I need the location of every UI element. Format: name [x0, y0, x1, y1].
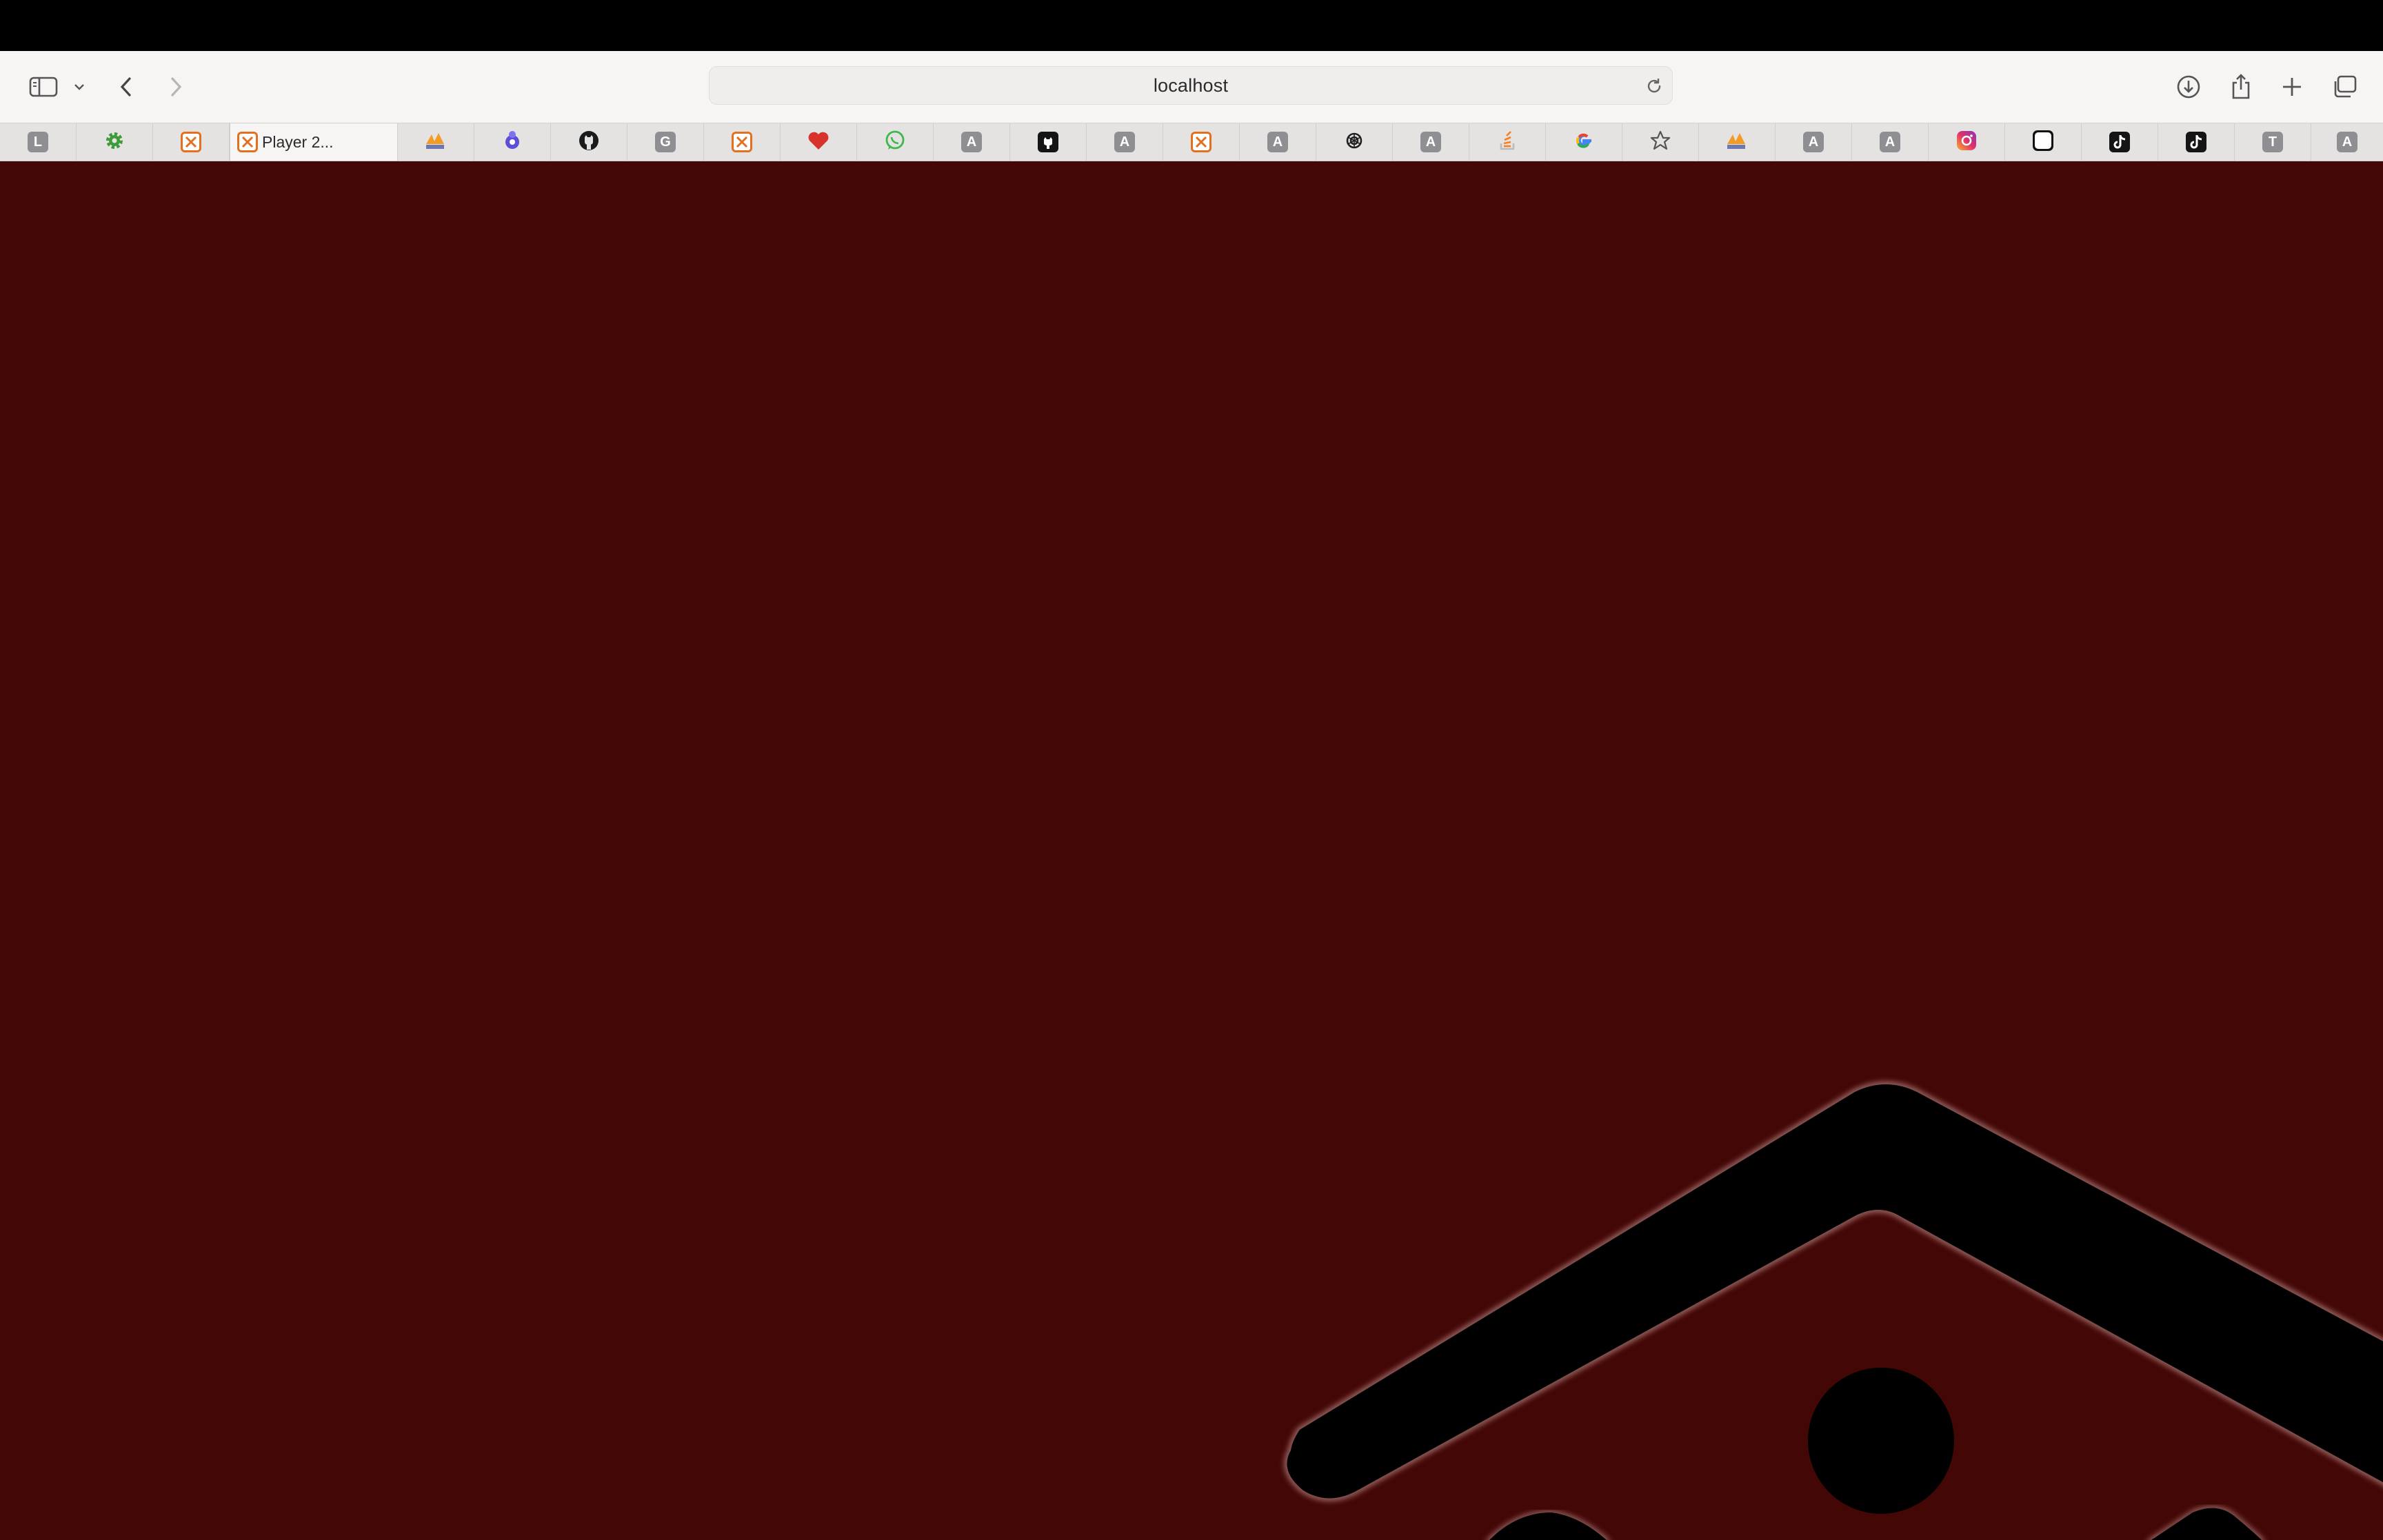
tab-letter-icon: A — [961, 132, 982, 152]
xampp-icon — [732, 132, 752, 152]
tab-16[interactable]: A — [1240, 123, 1316, 161]
new-tab-icon[interactable] — [2277, 66, 2307, 108]
downloads-icon[interactable] — [2173, 66, 2204, 108]
tab-24[interactable]: A — [1852, 123, 1929, 161]
tab-25[interactable] — [1929, 123, 2005, 161]
tab-6[interactable] — [474, 123, 551, 161]
tiktok-icon — [2109, 132, 2130, 152]
tab-30[interactable]: A — [2311, 123, 2383, 161]
xampp-icon — [1191, 132, 1211, 152]
xampp-icon — [237, 132, 258, 152]
tab-7[interactable] — [551, 123, 627, 161]
tab-letter-icon: L — [28, 132, 48, 152]
tab-letter-icon: A — [1267, 132, 1288, 152]
tab-1[interactable]: L — [0, 123, 77, 161]
tab-20[interactable] — [1546, 123, 1622, 161]
reload-icon[interactable] — [1645, 77, 1664, 99]
tab-12[interactable]: A — [934, 123, 1010, 161]
instagram-icon — [1955, 130, 1978, 155]
tab-13[interactable] — [1010, 123, 1087, 161]
openai-icon — [1344, 130, 1365, 154]
phpmyadmin-icon — [423, 130, 448, 154]
tab-2[interactable] — [77, 123, 153, 161]
tab-11[interactable] — [857, 123, 934, 161]
chevron-down-icon[interactable] — [69, 66, 90, 108]
address-text: localhost — [1153, 74, 1229, 96]
tab-active-player[interactable]: Player 2... — [230, 123, 398, 161]
tab-19[interactable] — [1469, 123, 1546, 161]
tab-21[interactable] — [1622, 123, 1699, 161]
tab-letter-icon: A — [1114, 132, 1135, 152]
system-menu-bar — [0, 0, 2383, 51]
blue-app-icon — [502, 130, 523, 155]
gear-icon — [103, 129, 126, 156]
forward-icon[interactable] — [164, 66, 188, 108]
stackoverflow-icon — [1497, 130, 1518, 155]
tab-title: Player 2... — [262, 132, 334, 151]
tab-5[interactable] — [398, 123, 474, 161]
tab-29[interactable]: T — [2235, 123, 2311, 161]
tab-bar: L Player 2... G A A A A A A T A — [0, 123, 2383, 161]
tab-15[interactable] — [1163, 123, 1240, 161]
address-bar[interactable]: localhost — [709, 66, 1673, 105]
tab-letter-icon: T — [2262, 132, 2283, 152]
tab-27[interactable] — [2082, 123, 2158, 161]
tab-letter-icon: A — [1803, 132, 1824, 152]
google-icon — [1573, 130, 1595, 155]
star-icon — [1649, 130, 1671, 155]
xampp-icon — [181, 132, 201, 152]
tab-8[interactable]: G — [627, 123, 704, 161]
back-icon[interactable] — [114, 66, 138, 108]
logo-graphic — [1284, 1082, 2383, 1540]
tab-9[interactable] — [704, 123, 781, 161]
tab-10[interactable] — [781, 123, 857, 161]
page-content — [0, 161, 2383, 1540]
tab-overview-icon[interactable] — [2329, 66, 2360, 108]
tab-3[interactable] — [153, 123, 230, 161]
heart-icon — [807, 130, 830, 154]
tab-22[interactable] — [1699, 123, 1776, 161]
tab-14[interactable]: A — [1087, 123, 1163, 161]
tab-letter-icon: A — [1420, 132, 1441, 152]
logo-circle — [1808, 1368, 1954, 1514]
phpmyadmin-icon — [1725, 130, 1749, 154]
tab-17[interactable] — [1316, 123, 1393, 161]
tab-letter-icon: G — [655, 132, 676, 152]
share-icon[interactable] — [2226, 66, 2256, 108]
white-square-icon — [2031, 129, 2055, 156]
tab-23[interactable]: A — [1776, 123, 1852, 161]
tab-28[interactable] — [2158, 123, 2235, 161]
tab-letter-icon: A — [2337, 132, 2357, 152]
tab-18[interactable]: A — [1393, 123, 1469, 161]
whatsapp-icon — [884, 130, 906, 155]
tiktok-icon — [2186, 132, 2206, 152]
tab-26[interactable] — [2005, 123, 2082, 161]
sidebar-toggle-icon[interactable] — [25, 66, 62, 108]
github-icon — [1038, 132, 1058, 152]
tab-letter-icon: A — [1880, 132, 1900, 152]
github-icon — [578, 130, 600, 155]
browser-toolbar: localhost — [0, 51, 2383, 123]
